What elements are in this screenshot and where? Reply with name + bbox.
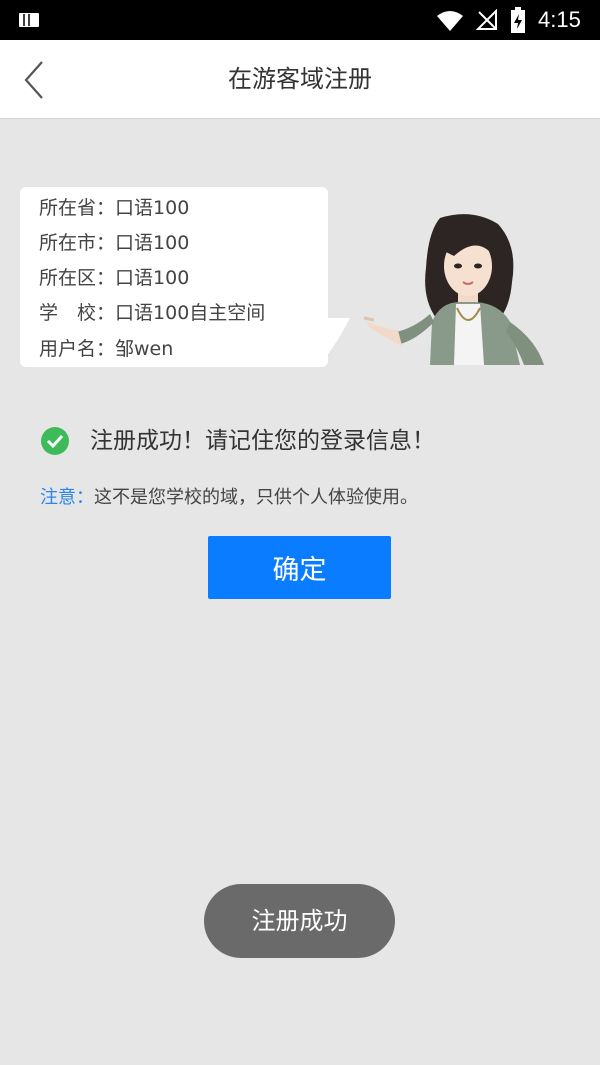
battery-icon <box>511 7 525 33</box>
city-label: 所在市： <box>39 232 116 254</box>
info-bubble: 所在省：口语100 所在市：口语100 所在区：口语100 学 校：口语100自… <box>20 187 328 367</box>
note-label: 注意： <box>40 487 94 508</box>
toast-message: 注册成功 <box>204 884 395 958</box>
bubble-tail <box>322 318 350 362</box>
username-value: 邹wen <box>115 338 174 360</box>
city-value: 口语100 <box>115 232 190 254</box>
district-label: 所在区： <box>39 267 116 289</box>
province-value: 口语100 <box>115 197 190 219</box>
notification-icon <box>19 13 39 27</box>
page-title: 在游客域注册 <box>228 65 372 93</box>
app-header: 在游客域注册 <box>0 40 600 119</box>
no-signal-icon <box>476 9 497 30</box>
district-row: 所在区：口语100 <box>39 265 189 291</box>
check-circle-icon <box>41 427 69 455</box>
district-value: 口语100 <box>115 267 190 289</box>
status-time: 4:15 <box>538 7 581 32</box>
username-row: 用户名：邹wen <box>39 336 173 362</box>
success-text: 注册成功！请记住您的登录信息！ <box>90 428 435 454</box>
school-value: 口语100自主空间 <box>115 302 266 324</box>
school-label: 学 校： <box>39 302 116 324</box>
girl-illustration <box>363 214 544 365</box>
city-row: 所在市：口语100 <box>39 230 189 256</box>
status-bar: 4:15 <box>0 0 600 40</box>
wifi-icon <box>437 11 463 31</box>
confirm-button[interactable]: 确定 <box>208 536 391 599</box>
school-row: 学 校：口语100自主空间 <box>39 300 265 326</box>
note-text: 这不是您学校的域，只供个人体验使用。 <box>94 487 418 508</box>
province-row: 所在省：口语100 <box>39 195 189 221</box>
username-label: 用户名： <box>39 338 116 360</box>
province-label: 所在省： <box>39 197 116 219</box>
note-message: 注意：这不是您学校的域，只供个人体验使用。 <box>40 485 418 511</box>
